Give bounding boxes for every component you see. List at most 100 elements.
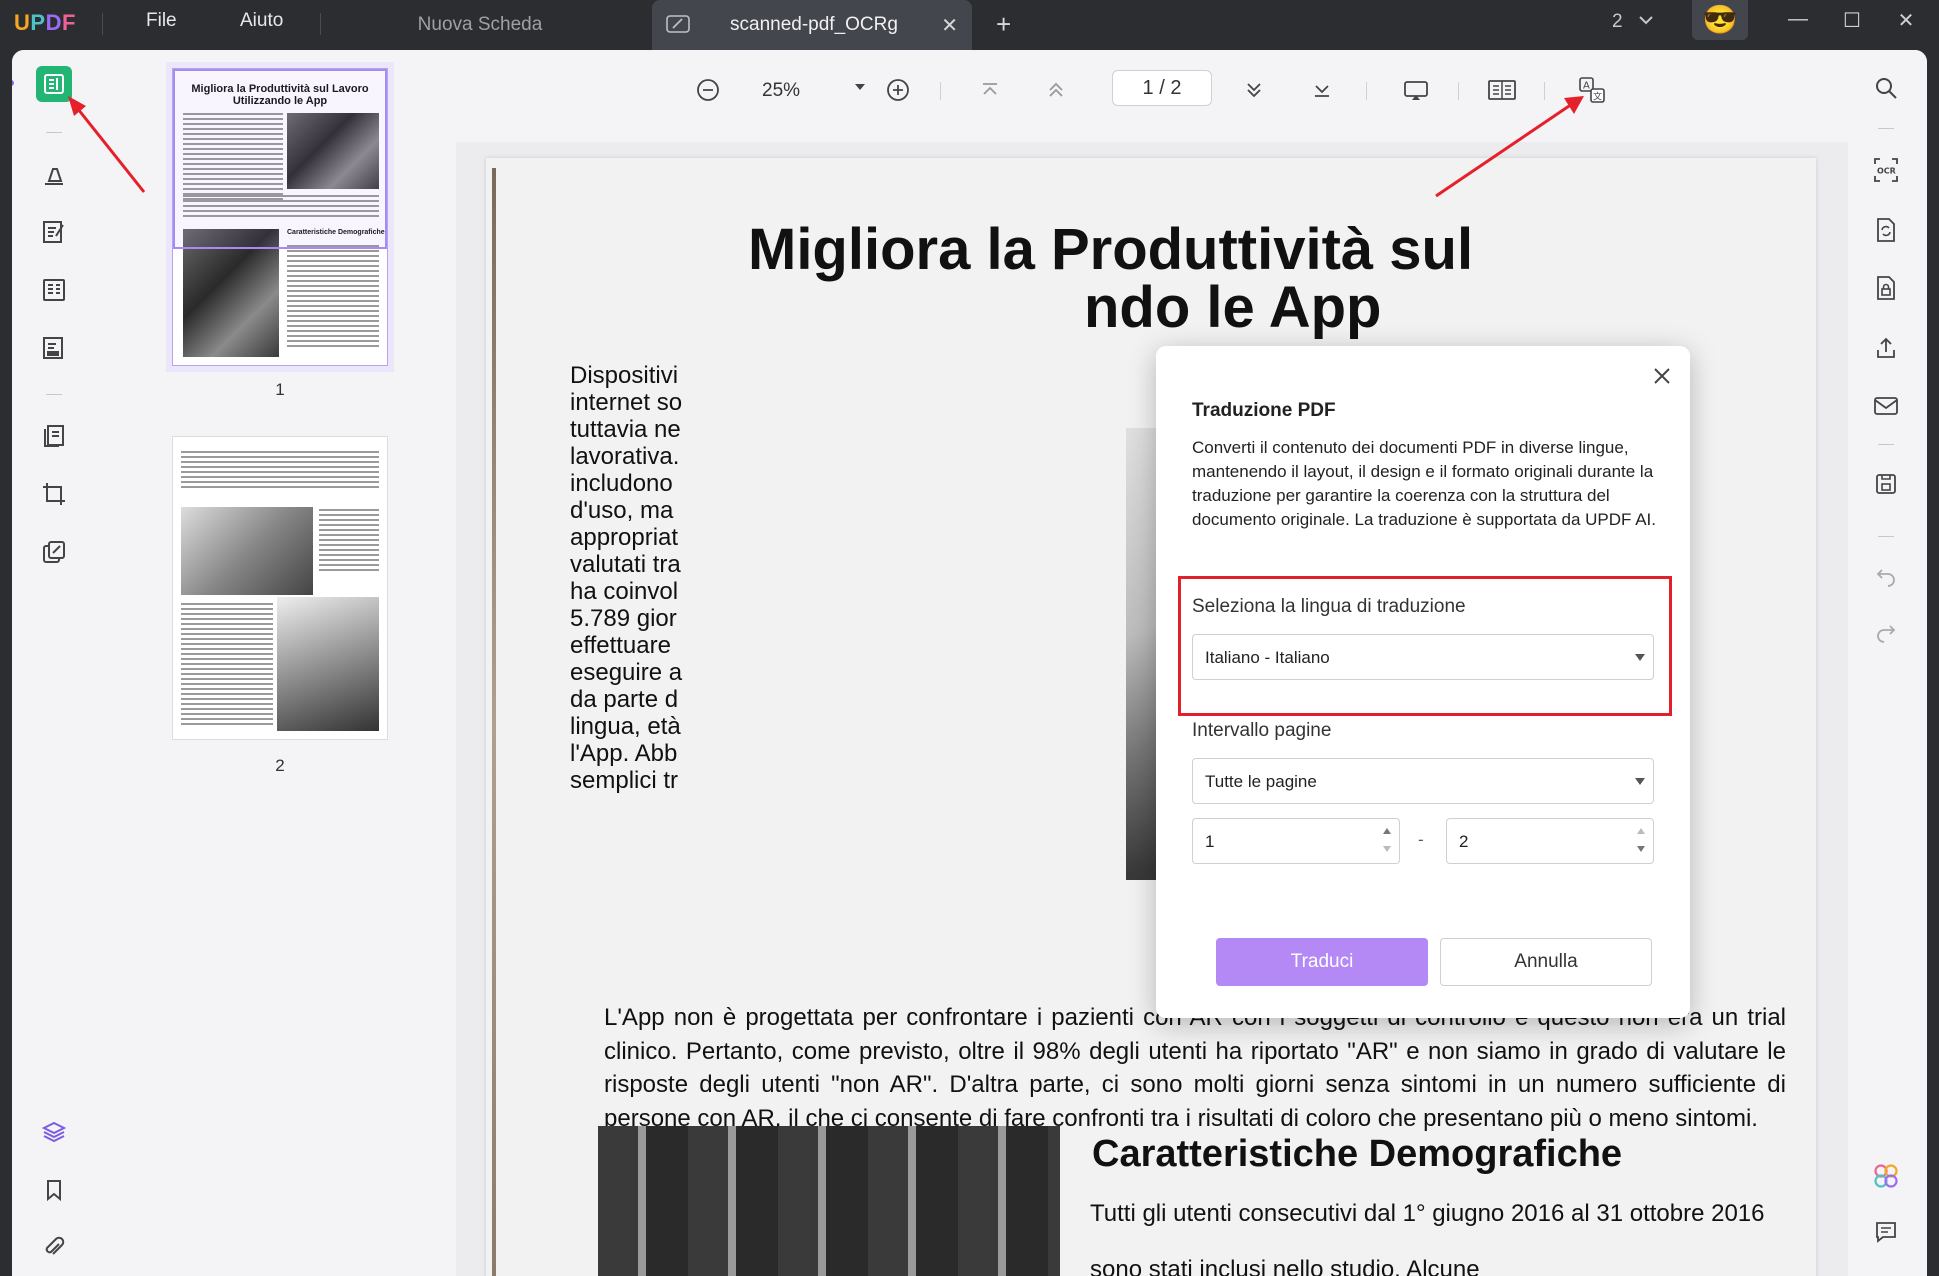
app-frame: Migliora la Produttività sul Lavoro Util… — [12, 50, 1927, 1276]
ocr-button[interactable]: OCR — [1870, 154, 1902, 186]
viewport-indicator[interactable] — [173, 69, 387, 249]
divider — [46, 132, 62, 133]
first-page-button[interactable] — [974, 74, 1006, 106]
page-number-field[interactable]: 1 / 2 — [1112, 70, 1212, 106]
logo-letter-u: U — [14, 10, 31, 35]
attachment-button[interactable] — [36, 1230, 72, 1266]
redo-icon — [1877, 625, 1896, 643]
add-tab-icon[interactable]: + — [996, 9, 1011, 40]
thumbnail-page-1[interactable]: Migliora la Produttività sul Lavoro Util… — [166, 62, 394, 372]
column-text-line: includono — [570, 470, 673, 497]
column-text-line: 5.789 gior — [570, 605, 677, 632]
decrement-icon[interactable] — [1383, 846, 1391, 852]
close-window-icon[interactable]: ✕ — [1892, 8, 1920, 36]
language-select[interactable]: Italiano - Italiano — [1192, 634, 1654, 680]
scan-edge — [492, 168, 496, 1276]
comments-panel-button[interactable] — [1870, 1216, 1902, 1248]
divider — [1878, 444, 1894, 445]
minimize-icon[interactable]: — — [1784, 8, 1812, 36]
column-text-line: valutati tra — [570, 551, 681, 578]
column-text-line: lavorativa. — [570, 443, 680, 470]
zoom-in-button[interactable] — [882, 74, 914, 106]
thumbnail-page-number: 2 — [275, 756, 285, 775]
page-from-stepper[interactable]: 1 — [1192, 818, 1400, 864]
double-chevron-up-icon — [1049, 82, 1063, 97]
logo-letter-p: P — [30, 10, 46, 35]
titlebar-divider — [102, 13, 103, 35]
protect-button[interactable] — [1870, 272, 1902, 304]
section-text: Tutti gli utenti consecutivi dal 1° giug… — [1090, 1200, 1765, 1276]
total-pages: 2 — [1170, 77, 1182, 99]
search-button[interactable] — [1870, 72, 1902, 104]
thumbnail-page-2[interactable] — [172, 436, 388, 740]
column-text-line: effettuare — [570, 632, 671, 659]
document-title-line2: ndo le App — [1084, 275, 1382, 340]
edit-pdf-button[interactable] — [36, 214, 72, 250]
decrement-icon[interactable] — [1637, 846, 1645, 852]
search-icon — [1876, 78, 1897, 99]
undo-button[interactable] — [1870, 560, 1902, 592]
close-icon[interactable] — [1650, 364, 1674, 388]
column-text-line: eseguire a — [570, 659, 683, 686]
bookmark-button[interactable] — [36, 1172, 72, 1208]
cancel-button[interactable]: Annulla — [1440, 938, 1652, 986]
language-label: Seleziona la lingua di traduzione — [1192, 596, 1466, 617]
increment-icon[interactable] — [1383, 828, 1391, 834]
close-tab-icon[interactable]: ✕ — [941, 13, 958, 38]
previous-page-button[interactable] — [1040, 74, 1072, 106]
form-tool-button[interactable] — [36, 272, 72, 308]
zoom-dropdown-icon[interactable] — [854, 82, 866, 92]
redo-button[interactable] — [1870, 616, 1902, 648]
tab-count[interactable]: 2 — [1612, 11, 1623, 33]
zoom-level[interactable]: 25% — [762, 80, 800, 102]
zoom-out-button[interactable] — [692, 74, 724, 106]
presentation-icon — [1404, 81, 1428, 100]
organize-pages-button[interactable] — [36, 418, 72, 454]
view-toolbar: 25% 1 / 2 A 文 — [456, 50, 1848, 142]
user-avatar[interactable]: 😎 — [1692, 0, 1748, 40]
column-text-line: Dispositivi — [570, 362, 679, 389]
updf-logo[interactable]: UPDF — [14, 10, 76, 36]
save-button[interactable] — [1870, 468, 1902, 500]
sign-tool-button[interactable] — [36, 330, 72, 366]
bookmark-icon — [47, 1180, 61, 1202]
maximize-icon[interactable]: ☐ — [1838, 8, 1866, 36]
tab-scanned-pdf[interactable]: scanned-pdf_OCRg ✕ — [652, 0, 972, 50]
column-text-line: appropriat — [570, 524, 679, 551]
thumbnail-text-lines — [287, 245, 379, 350]
translate-button[interactable]: Traduci — [1216, 938, 1428, 986]
layers-button[interactable] — [36, 1114, 72, 1150]
tab-nuova-scheda[interactable]: Nuova Scheda — [390, 0, 570, 50]
last-page-button[interactable] — [1306, 74, 1338, 106]
column-text-line: tuttavia ne — [570, 416, 681, 443]
chevron-down-icon[interactable] — [1638, 12, 1654, 28]
next-page-button[interactable] — [1238, 74, 1270, 106]
convert-button[interactable] — [1870, 214, 1902, 246]
page-to-stepper[interactable]: 2 — [1446, 818, 1654, 864]
updf-ai-button[interactable] — [1870, 1160, 1902, 1192]
increment-icon[interactable] — [1637, 828, 1645, 834]
share-button[interactable] — [1870, 332, 1902, 364]
tab-label: Nuova Scheda — [417, 14, 543, 35]
thumbnail-page-number: 1 — [275, 380, 285, 399]
tools-button[interactable] — [36, 534, 72, 570]
dialog-description: Converti il contenuto dei documenti PDF … — [1192, 438, 1657, 529]
page-range-label: Intervallo pagine — [1192, 720, 1332, 741]
document-paragraph: L'App non è progettata per confrontare i… — [604, 1004, 1786, 1132]
tab-label: scanned-pdf_OCRg — [730, 14, 898, 35]
menu-aiuto[interactable]: Aiuto — [240, 10, 283, 32]
presentation-button[interactable] — [1400, 74, 1432, 106]
page-range-value: Tutte le pagine — [1205, 772, 1317, 791]
svg-text:文: 文 — [1593, 91, 1602, 103]
column-text-line: lingua, età — [570, 713, 681, 740]
right-toolbar: OCR — [1848, 50, 1927, 1276]
document-title: Migliora la Produttività sul — [748, 217, 1474, 282]
page-range-select[interactable]: Tutte le pagine — [1192, 758, 1654, 804]
divider — [1878, 128, 1894, 129]
last-page-icon — [1315, 85, 1329, 97]
share-icon — [1877, 337, 1895, 358]
email-button[interactable] — [1870, 390, 1902, 422]
red-arrow-annotation — [1435, 96, 1584, 198]
menu-file[interactable]: File — [146, 10, 177, 32]
crop-tool-button[interactable] — [36, 476, 72, 512]
